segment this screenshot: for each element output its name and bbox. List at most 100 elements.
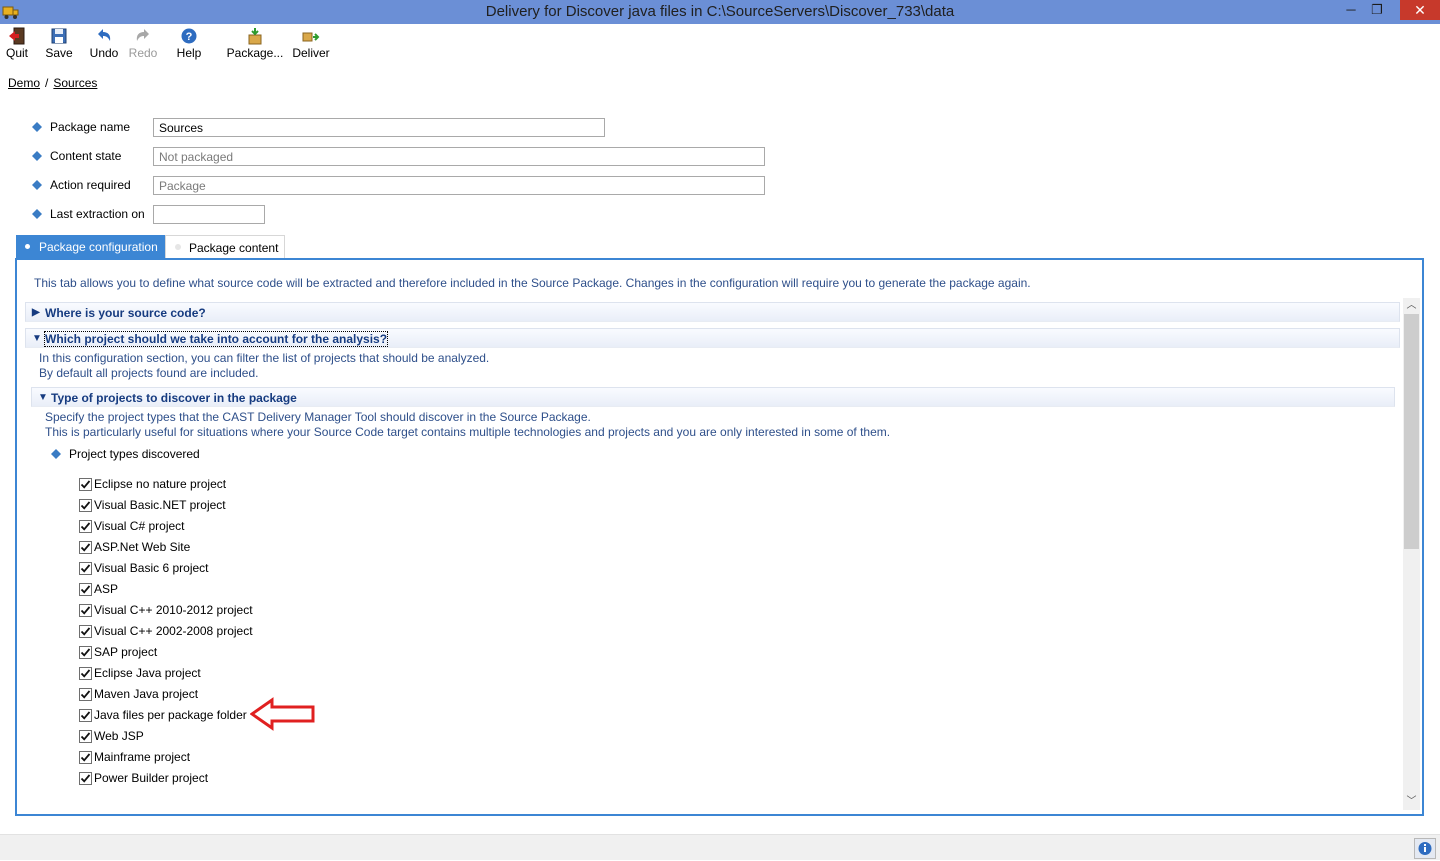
project-type-checkbox[interactable] [79, 730, 92, 743]
checkmark-icon [80, 669, 91, 678]
project-type-checkbox[interactable] [79, 520, 92, 533]
scroll-up-arrow-icon[interactable]: ︿ [1403, 298, 1420, 314]
section-where-is-source-code-title: Where is your source code? [45, 306, 206, 320]
redo-icon [136, 29, 149, 41]
project-type-label: Mainframe project [94, 750, 191, 764]
content-state-label: Content state [50, 149, 122, 163]
diamond-bullet-icon [32, 180, 42, 190]
info-icon [1418, 842, 1432, 855]
close-button[interactable]: ✕ [1400, 0, 1440, 20]
project-type-checkbox[interactable] [79, 604, 92, 617]
project-type-checkbox[interactable] [79, 709, 92, 722]
status-bar [0, 834, 1440, 860]
tab-package-configuration[interactable]: Package configuration [16, 235, 165, 259]
section-where-is-source-code[interactable]: ▶ Where is your source code? [25, 302, 1400, 322]
checkmark-icon [80, 648, 91, 657]
project-type-checkbox[interactable] [79, 562, 92, 575]
project-type-label: SAP project [94, 645, 158, 659]
content-state-field: Not packaged [153, 147, 765, 166]
deliver-label: Deliver [292, 46, 330, 60]
project-type-checkbox[interactable] [79, 499, 92, 512]
quit-icon [9, 27, 25, 45]
minimize-button[interactable]: ─ [1338, 0, 1364, 20]
window-title: Delivery for Discover java files in C:\S… [485, 3, 955, 20]
red-arrow-annotation-icon [250, 697, 315, 731]
project-type-checkbox[interactable] [79, 625, 92, 638]
deliver-button[interactable]: Deliver [290, 26, 332, 62]
breadcrumb: Demo / Sources [8, 76, 97, 90]
project-type-checkbox[interactable] [79, 646, 92, 659]
diamond-bullet-icon [32, 151, 42, 161]
project-type-checkbox[interactable] [79, 541, 92, 554]
package-configuration-panel: This tab allows you to define what sourc… [15, 258, 1424, 816]
checkmark-icon [80, 690, 91, 699]
checkmark-icon [80, 711, 91, 720]
diamond-bullet-icon [32, 122, 42, 132]
vertical-scrollbar[interactable]: ︿ ﹀ [1403, 298, 1420, 810]
breadcrumb-separator: / [45, 76, 49, 90]
checkmark-icon [80, 606, 91, 615]
section-project-types-title: Type of projects to discover in the pack… [51, 391, 297, 405]
configuration-intro-text: This tab allows you to define what sourc… [34, 276, 1031, 290]
collapse-arrow-icon: ▼ [32, 333, 42, 344]
checkmark-icon [80, 480, 91, 489]
undo-button[interactable]: Undo [88, 26, 120, 62]
project-type-checkbox[interactable] [79, 583, 92, 596]
project-type-label: Visual C++ 2010-2012 project [94, 603, 253, 617]
tab-package-content-label: Package content [189, 241, 279, 255]
diamond-bullet-icon [51, 449, 61, 459]
redo-button[interactable]: Redo [128, 26, 158, 62]
last-extraction-field [153, 205, 265, 224]
checkmark-icon [80, 522, 91, 531]
project-type-label: ASP [94, 582, 119, 596]
project-types-discovered-label: Project types discovered [69, 447, 200, 461]
project-type-label: Eclipse Java project [94, 666, 201, 680]
project-type-label: ASP.Net Web Site [94, 540, 191, 554]
tab-dot-icon [175, 244, 181, 250]
project-type-label: Visual C# project [94, 519, 185, 533]
help-button[interactable]: ? Help [174, 26, 204, 62]
tab-dot-icon [25, 244, 30, 249]
project-type-checkbox[interactable] [79, 478, 92, 491]
checkmark-icon [80, 732, 91, 741]
checkmark-icon [80, 501, 91, 510]
last-extraction-label: Last extraction on [50, 207, 145, 221]
save-icon [51, 28, 67, 44]
projects-description: In this configuration section, you can f… [39, 351, 489, 381]
checkmark-icon [80, 774, 91, 783]
save-label: Save [45, 46, 73, 60]
help-icon: ? [181, 28, 197, 44]
project-type-checkbox[interactable] [79, 688, 92, 701]
project-type-checkbox[interactable] [79, 772, 92, 785]
tab-package-content[interactable]: Package content [165, 235, 285, 259]
section-which-project[interactable]: ▼ Which project should we take into acco… [25, 328, 1400, 348]
save-button[interactable]: Save [44, 26, 74, 62]
tab-package-configuration-label: Package configuration [39, 240, 158, 254]
project-type-checkbox[interactable] [79, 667, 92, 680]
restore-button[interactable]: ❐ [1364, 0, 1390, 20]
help-label: Help [176, 46, 202, 60]
breadcrumb-demo-link[interactable]: Demo [8, 76, 40, 90]
project-type-checkbox[interactable] [79, 751, 92, 764]
quit-button[interactable]: Quit [3, 26, 31, 62]
toolbar: Quit Save Undo Redo ? Help Package... De… [0, 24, 1440, 64]
redo-label: Redo [128, 46, 158, 60]
breadcrumb-sources-link[interactable]: Sources [53, 76, 97, 90]
project-types-description-line-1: Specify the project types that the CAST … [45, 410, 591, 424]
info-button[interactable] [1414, 838, 1436, 859]
undo-icon [98, 29, 111, 41]
project-types-description-line-2: This is particularly useful for situatio… [45, 425, 891, 439]
package-icon [248, 28, 262, 45]
scroll-down-arrow-icon[interactable]: ﹀ [1403, 794, 1420, 810]
action-required-field: Package [153, 176, 765, 195]
project-types-description: Specify the project types that the CAST … [45, 410, 890, 440]
quit-label: Quit [5, 46, 28, 60]
package-name-label: Package name [50, 120, 131, 134]
package-button[interactable]: Package... [226, 26, 284, 62]
checkmark-icon [80, 564, 91, 573]
project-type-label: Maven Java project [94, 687, 199, 701]
section-project-types[interactable]: ▼ Type of projects to discover in the pa… [31, 387, 1395, 407]
package-name-field[interactable]: Sources [153, 118, 605, 137]
scrollbar-thumb[interactable] [1404, 314, 1419, 549]
expand-arrow-icon: ▶ [32, 307, 40, 318]
